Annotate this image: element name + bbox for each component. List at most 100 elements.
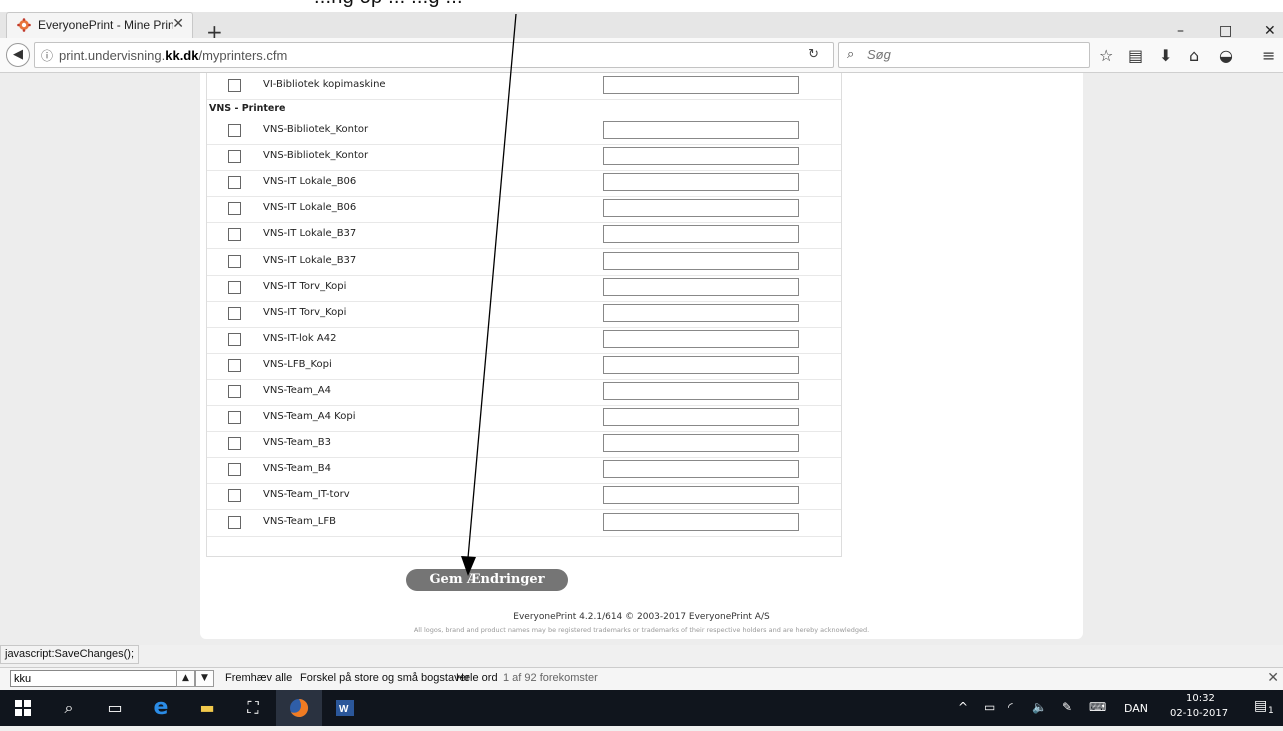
printer-name: VNS-IT-lok A42 xyxy=(263,332,337,344)
close-window-button[interactable]: ✕ xyxy=(1264,23,1276,39)
printer-checkbox[interactable] xyxy=(228,332,241,346)
printer-checkbox[interactable] xyxy=(228,228,241,242)
notification-count: 1 xyxy=(1268,706,1274,716)
bookmark-star-icon[interactable]: ☆ xyxy=(1099,46,1113,65)
printer-comment-input[interactable] xyxy=(603,251,799,270)
printer-comment-input[interactable] xyxy=(603,486,799,505)
printer-checkbox[interactable] xyxy=(228,411,241,425)
minimize-button[interactable]: – xyxy=(1177,23,1184,39)
printer-comment-input[interactable] xyxy=(603,512,799,531)
printer-checkbox[interactable] xyxy=(228,489,241,503)
printer-comment-input[interactable] xyxy=(603,199,799,218)
find-close-icon[interactable]: ✕ xyxy=(1267,670,1279,686)
downloads-icon[interactable]: ⬇ xyxy=(1159,46,1172,65)
menu-icon[interactable]: ≡ xyxy=(1262,46,1275,65)
printer-row: VNS-Bibliotek_Kontor xyxy=(207,118,841,145)
printer-comment-input[interactable] xyxy=(603,225,799,244)
tray-chevron-icon[interactable]: ^ xyxy=(958,700,968,714)
wifi-icon[interactable]: ◜ xyxy=(1008,700,1013,714)
clock-time[interactable]: 10:32 xyxy=(1186,693,1215,704)
printer-checkbox[interactable] xyxy=(228,463,241,477)
find-input[interactable] xyxy=(10,670,178,687)
search-box[interactable]: ⌕ xyxy=(838,42,1090,68)
reload-icon[interactable]: ↻ xyxy=(808,47,819,62)
printer-comment-input[interactable] xyxy=(603,408,799,427)
tab-strip: EveryonePrint - Mine Printer ✕ + – □ ✕ xyxy=(0,10,1283,42)
highlight-all-option[interactable]: Fremhæv alle xyxy=(225,672,292,684)
printer-checkbox[interactable] xyxy=(228,306,241,320)
tab-close-icon[interactable]: ✕ xyxy=(172,16,184,32)
find-previous-button[interactable]: ▲ xyxy=(176,670,195,687)
maximize-button[interactable]: □ xyxy=(1219,23,1232,39)
printer-checkbox[interactable] xyxy=(228,202,241,216)
printer-name: VNS-Bibliotek_Kontor xyxy=(263,124,369,135)
word-icon[interactable]: W xyxy=(322,690,368,726)
printer-name: VNS-LFB_Kopi xyxy=(263,358,332,370)
printer-comment-input[interactable] xyxy=(603,460,799,479)
printer-checkbox[interactable] xyxy=(228,358,241,372)
printer-comment-input[interactable] xyxy=(603,277,799,296)
printer-comment-input[interactable] xyxy=(603,434,799,453)
printer-name: VNS-Team_LFB xyxy=(263,515,336,527)
battery-icon[interactable]: ▭ xyxy=(984,700,995,714)
home-icon[interactable]: ⌂ xyxy=(1189,46,1199,65)
printer-comment-input[interactable] xyxy=(603,329,799,348)
printer-checkbox[interactable] xyxy=(228,437,241,451)
address-bar[interactable]: ⓘ print.undervisning.kk.dk/myprinters.cf… xyxy=(34,42,834,68)
match-case-option[interactable]: Forskel på store og små bogstaver xyxy=(300,672,469,684)
printer-checkbox[interactable] xyxy=(228,515,241,529)
printer-checkbox[interactable] xyxy=(228,79,241,92)
tab-title: EveryonePrint - Mine Printer xyxy=(38,18,173,32)
printer-checkbox[interactable] xyxy=(228,280,241,294)
search-taskbar-icon[interactable]: ⌕ xyxy=(46,690,92,726)
printer-comment-input[interactable] xyxy=(603,76,799,94)
printer-name: VNS-Team_A4 xyxy=(263,385,331,396)
printer-name: VNS-IT Lokale_B06 xyxy=(263,202,357,214)
printer-comment-input[interactable] xyxy=(603,382,799,400)
edge-browser-icon[interactable]: e xyxy=(138,690,184,726)
printer-name: VNS-IT Lokale_B37 xyxy=(263,228,357,240)
pocket-icon[interactable]: ◒ xyxy=(1219,46,1233,65)
printer-checkbox[interactable] xyxy=(228,385,241,398)
printer-checkbox[interactable] xyxy=(228,124,241,137)
printer-checkbox[interactable] xyxy=(228,176,241,190)
save-changes-button[interactable]: Gem Ændringer xyxy=(406,569,568,591)
start-button[interactable] xyxy=(0,690,46,726)
language-indicator[interactable]: DAN xyxy=(1124,702,1148,715)
volume-icon[interactable]: 🔈 xyxy=(1032,700,1047,714)
notification-icon[interactable]: ▤ xyxy=(1254,698,1267,714)
search-input[interactable] xyxy=(865,46,1079,63)
back-button[interactable]: ◀ xyxy=(6,43,30,67)
info-icon[interactable]: ⓘ xyxy=(41,47,53,64)
task-view-icon[interactable]: ▭ xyxy=(92,690,138,726)
printer-row: VNS-Team_B4 xyxy=(207,457,841,485)
printer-name: VNS-Team_A4 Kopi xyxy=(263,411,356,423)
printer-comment-input[interactable] xyxy=(603,355,799,374)
store-icon[interactable]: ⛶ xyxy=(230,690,276,726)
pen-icon[interactable]: ✎ xyxy=(1062,700,1072,714)
whole-words-option[interactable]: Hele ord xyxy=(456,672,498,684)
printer-row: VNS-Team_B3 xyxy=(207,431,841,459)
printer-comment-input[interactable] xyxy=(603,147,799,166)
svg-text:W: W xyxy=(339,704,349,715)
printer-row: VI-Bibliotek kopimaskine xyxy=(207,73,841,100)
find-next-button[interactable]: ▼ xyxy=(195,670,214,687)
reading-list-icon[interactable]: ▤ xyxy=(1128,46,1143,65)
printer-checkbox[interactable] xyxy=(228,150,241,164)
printer-comment-input[interactable] xyxy=(603,121,799,139)
find-result-count: 1 af 92 forekomster xyxy=(503,672,598,684)
clock-date[interactable]: 02-10-2017 xyxy=(1170,708,1228,719)
browser-tab[interactable]: EveryonePrint - Mine Printer ✕ xyxy=(6,12,193,39)
status-url: javascript:SaveChanges(); xyxy=(0,645,140,664)
printer-row: VNS-IT Torv_Kopi xyxy=(207,275,841,302)
keyboard-icon[interactable]: ⌨ xyxy=(1089,700,1106,714)
instruction-text: ...ng op ... ...g ... xyxy=(314,0,463,9)
printer-comment-input[interactable] xyxy=(603,173,799,192)
printer-comment-input[interactable] xyxy=(603,303,799,322)
printer-row: VNS-Bibliotek_Kontor xyxy=(207,144,841,172)
printer-checkbox[interactable] xyxy=(228,254,241,268)
printer-name: VNS-Team_B4 xyxy=(263,463,332,475)
search-icon: ⌕ xyxy=(847,47,855,62)
file-explorer-icon[interactable]: ▬ xyxy=(184,690,230,726)
firefox-icon[interactable] xyxy=(276,690,322,726)
